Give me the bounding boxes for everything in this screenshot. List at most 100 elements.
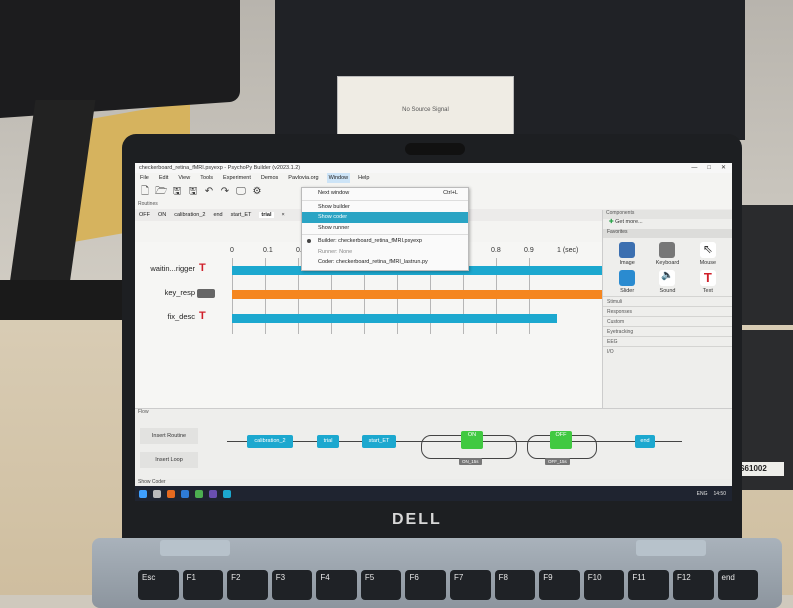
window-menu-dropdown: Next window Ctrl+L Show builder Show coder S… xyxy=(301,187,469,271)
category-responses[interactable]: Responses xyxy=(603,306,732,316)
maximize-button[interactable]: □ xyxy=(707,163,711,173)
outlook-icon[interactable] xyxy=(181,489,189,498)
tick-label: 0.9 xyxy=(524,247,534,254)
menu-file[interactable]: File xyxy=(138,173,151,183)
flow-node-end[interactable]: end xyxy=(635,435,655,448)
chrome-icon[interactable] xyxy=(195,489,203,498)
key-4: F4 xyxy=(316,570,357,600)
monitor-icon[interactable]: 🖵 xyxy=(235,186,247,198)
flow-node-trial[interactable]: trial xyxy=(317,435,339,448)
teams-icon[interactable] xyxy=(209,489,217,498)
category-custom[interactable]: Custom xyxy=(603,316,732,326)
component-bar[interactable] xyxy=(232,314,557,323)
window-menu-item-builder-checkerboard[interactable]: Builder: checkerboard_retina_fMRI.psyexp xyxy=(302,236,468,247)
menu-window[interactable]: Window xyxy=(326,173,351,183)
key-0: Esc xyxy=(138,570,179,600)
favorite-image[interactable]: Image xyxy=(607,242,647,266)
favorite-slider[interactable]: Slider xyxy=(607,270,647,294)
menu-pavlovia-org[interactable]: Pavlovia.org xyxy=(286,173,320,183)
laptop-screen: checkerboard_retina_fMRI.psyexp - Psycho… xyxy=(135,163,732,501)
tab-on[interactable]: ON xyxy=(158,212,166,218)
no-signal-message: No Source Signal xyxy=(402,107,449,113)
menu-bar: File Edit View Tools Experiment Demos Pavlovia… xyxy=(135,173,732,183)
keyboard-icon xyxy=(659,242,676,258)
get-more-button[interactable]: ✚ Get more... xyxy=(603,219,732,229)
window-menu-item-label: Coder: checkerboard_retina_fMRI_lastrun.… xyxy=(318,259,428,265)
component-label[interactable]: fix_desc xyxy=(135,312,195,321)
slider-icon xyxy=(619,270,636,286)
menu-experiment[interactable]: Experiment xyxy=(221,173,253,183)
menu-tools[interactable]: Tools xyxy=(198,173,215,183)
tab-start-et[interactable]: start_ET xyxy=(231,212,252,218)
firefox-icon[interactable] xyxy=(167,489,175,498)
tick-label: 0.8 xyxy=(491,247,501,254)
get-more-label: Get more... xyxy=(615,219,643,225)
tab-trial[interactable]: trial xyxy=(259,212,274,218)
close-tab-icon[interactable]: × xyxy=(282,212,285,218)
dell-logo: DELL xyxy=(392,511,442,528)
favorite-mouse[interactable]: ⇖ Mouse xyxy=(688,242,728,266)
category-eeg[interactable]: EEG xyxy=(603,336,732,346)
menu-demos[interactable]: Demos xyxy=(259,173,280,183)
flow-node-on[interactable]: ON xyxy=(461,431,483,449)
components-panel: Components ✚ Get more... Favorites Image… xyxy=(602,210,732,408)
window-menu-item-label: Next window xyxy=(318,190,350,196)
menu-help[interactable]: Help xyxy=(356,173,371,183)
open-icon[interactable]: 🗁 xyxy=(155,186,167,198)
window-menu-item-coder-checkerboard-r[interactable]: Coder: checkerboard_retina_fMRI_lastrun.… xyxy=(302,257,468,268)
favorite-keyboard[interactable]: Keyboard xyxy=(647,242,687,266)
checked-dot-icon xyxy=(307,239,311,243)
category-i-o[interactable]: I/O xyxy=(603,346,732,356)
tab-calibration-2[interactable]: calibration_2 xyxy=(174,212,205,218)
language-indicator[interactable]: ENG xyxy=(697,491,708,497)
start-icon[interactable] xyxy=(139,489,147,498)
minimize-button[interactable]: — xyxy=(691,163,697,173)
key-3: F3 xyxy=(271,570,313,600)
flow-node-calibration-2[interactable]: calibration_2 xyxy=(247,435,293,448)
tab-end[interactable]: end xyxy=(213,212,222,218)
text-icon: T xyxy=(699,270,716,286)
clock[interactable]: 14:50 xyxy=(713,491,726,497)
loop-label[interactable]: OFF_15s xyxy=(545,458,570,465)
window-menu-item-show-builder[interactable]: Show builder xyxy=(302,202,468,213)
favorite-sound[interactable]: 🔈 Sound xyxy=(647,270,687,294)
window-menu-item-label: Runner: None xyxy=(318,248,353,255)
psychopy-icon[interactable] xyxy=(223,489,231,498)
text-icon: T xyxy=(199,262,206,274)
component-label[interactable]: key_resp xyxy=(135,288,195,297)
window-menu-item-show-runner[interactable]: Show runner xyxy=(302,223,468,234)
category-eyetracking[interactable]: Eyetracking xyxy=(603,326,732,336)
tab-off[interactable]: OFF xyxy=(139,212,150,218)
image-icon xyxy=(619,242,636,258)
menu-edit[interactable]: Edit xyxy=(157,173,170,183)
component-bar[interactable] xyxy=(232,290,602,299)
flow-node-off[interactable]: OFF xyxy=(550,431,572,449)
hinge-left xyxy=(160,540,230,556)
redo-icon[interactable]: ↷ xyxy=(219,186,231,198)
favorite-label: Keyboard xyxy=(655,260,680,266)
component-label[interactable]: waitin...rigger xyxy=(135,264,195,273)
insert-loop-button[interactable]: Insert Loop xyxy=(140,452,198,468)
favorites-grid: Image Keyboard ⇖ Mouse Slider 🔈 Sound T Text xyxy=(603,238,732,296)
favorite-label: Image xyxy=(619,260,635,266)
new-file-icon[interactable]: 🗋 xyxy=(139,186,151,198)
flow-node-start-et[interactable]: start_ET xyxy=(362,435,396,448)
window-menu-item-next-window[interactable]: Next window Ctrl+L xyxy=(302,188,468,199)
save-icon[interactable]: 🖫 xyxy=(171,186,183,198)
windows-taskbar: ENG 14:50 xyxy=(135,486,732,501)
favorite-text[interactable]: T Text xyxy=(688,270,728,294)
window-menu-item-show-coder[interactable]: Show coder xyxy=(302,212,468,223)
favorites-label: Favorites xyxy=(603,229,732,238)
insert-routine-button[interactable]: Insert Routine xyxy=(140,428,198,444)
save-as-icon[interactable]: 🖫 xyxy=(187,186,199,198)
close-button[interactable]: ✕ xyxy=(721,163,726,173)
menu-view[interactable]: View xyxy=(176,173,192,183)
key-11: F11 xyxy=(628,570,669,600)
settings-icon[interactable]: ⚙ xyxy=(251,186,263,198)
undo-icon[interactable]: ↶ xyxy=(203,186,215,198)
search-icon[interactable] xyxy=(153,489,161,498)
loop-label[interactable]: ON_15s xyxy=(459,458,482,465)
window-menu-item-runner-none[interactable]: Runner: None xyxy=(302,247,468,258)
category-stimuli[interactable]: Stimuli xyxy=(603,296,732,306)
key-8: F8 xyxy=(494,570,536,600)
